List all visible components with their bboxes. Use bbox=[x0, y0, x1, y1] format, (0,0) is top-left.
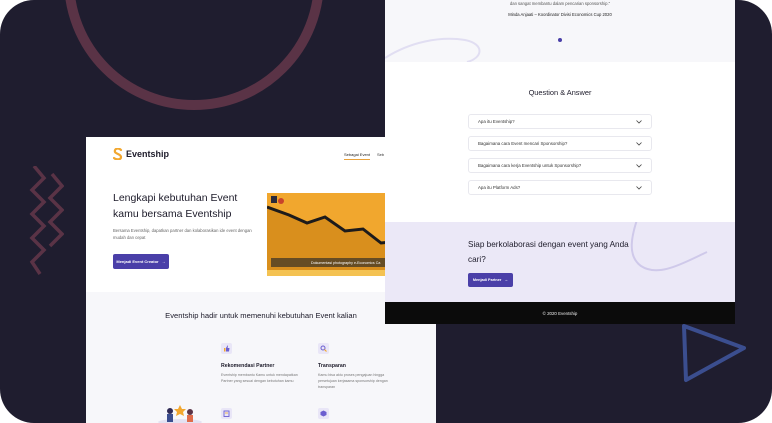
landing-page-screen: Eventship Sebagai Event Seb Lengkapi keb… bbox=[86, 137, 436, 423]
decorative-circle bbox=[64, 0, 324, 110]
brand-logo[interactable]: Eventship bbox=[113, 148, 169, 160]
eventship-logo-icon bbox=[113, 148, 123, 160]
feature-desc-recommendation: Eventship membantu Kamu untuk mendapatka… bbox=[221, 373, 298, 383]
features-title: Eventship hadir untuk memenuhi kebutuhan… bbox=[165, 311, 357, 320]
feature-title-transparent: Transparan bbox=[318, 363, 346, 369]
feature-title-recommendation: Rekomendasi Partner bbox=[221, 363, 275, 369]
become-partner-button[interactable]: Menjadi Partner → bbox=[468, 273, 513, 287]
cube-icon bbox=[318, 408, 329, 419]
footer: © 2020 Eventship bbox=[385, 302, 735, 324]
footer-copyright: © 2020 Eventship bbox=[542, 310, 578, 316]
magnifier-icon bbox=[318, 343, 329, 354]
showcase-frame: Eventship Sebagai Event Seb Lengkapi keb… bbox=[0, 0, 772, 423]
thumbs-up-icon bbox=[221, 343, 232, 354]
hero-title: Lengkapi kebutuhan Event kamu bersama Ev… bbox=[113, 192, 238, 220]
nav-link-sebagai-event[interactable]: Sebagai Event bbox=[344, 152, 371, 160]
carousel-dot[interactable] bbox=[558, 38, 562, 42]
decorative-triangle bbox=[682, 324, 746, 382]
arrow-right-icon: → bbox=[504, 278, 509, 282]
brand-name: Eventship bbox=[126, 149, 170, 159]
features-section: Eventship hadir untuk memenuhi kebutuhan… bbox=[86, 292, 436, 423]
cta-section: Siap berkolaborasi dengan event yang And… bbox=[385, 222, 735, 302]
qa-item[interactable]: Apa itu Platform Ads? bbox=[468, 180, 652, 195]
document-icon bbox=[221, 408, 232, 419]
chevron-down-icon bbox=[636, 163, 642, 168]
feature-desc-transparent: Kamu bisa aktu proses pengajuan hingga p… bbox=[318, 373, 388, 389]
button-label: Menjadi Event Creator bbox=[116, 259, 159, 264]
cta-title: Siap berkolaborasi dengan event yang And… bbox=[468, 240, 629, 264]
qa-item[interactable]: Bagaimana cara Event mencari Sponsorship… bbox=[468, 136, 652, 151]
top-navbar: Eventship Sebagai Event Seb bbox=[86, 137, 436, 173]
decorative-curve bbox=[630, 222, 708, 272]
decorative-curve bbox=[385, 37, 481, 62]
qa-question: Apa itu Eventship? bbox=[478, 119, 515, 124]
detail-page-screen: dan sangat membantu dalam pencarian spon… bbox=[385, 0, 735, 324]
button-label: Menjadi Partner bbox=[472, 278, 502, 282]
qa-question: Bagaimana cara kerja Eventship untuk Spo… bbox=[478, 163, 582, 168]
chevron-down-icon bbox=[636, 185, 642, 190]
chevron-down-icon bbox=[636, 141, 642, 146]
decorative-zigzag bbox=[29, 166, 64, 275]
qa-question: Bagaimana cara Event mencari Sponsorship… bbox=[478, 141, 568, 146]
become-event-creator-button[interactable]: Menjadi Event Creator → bbox=[113, 254, 169, 269]
qa-item[interactable]: Apa itu Eventship? bbox=[468, 114, 652, 129]
caption-text: Dokumentasi photography e-Economics Ca bbox=[311, 260, 381, 265]
arrow-right-icon: → bbox=[161, 259, 166, 264]
testimonial-quote: dan sangat membantu dalam pencarian spon… bbox=[509, 1, 611, 6]
hero-description: Bersama Eventship, dapatkan partner dan … bbox=[113, 228, 252, 240]
testimonial-author: Minda Anjaati – Koordinator Divisi Econo… bbox=[508, 12, 612, 17]
qa-question: Apa itu Platform Ads? bbox=[478, 185, 521, 190]
people-illustration bbox=[158, 405, 202, 423]
testimonial-section: dan sangat membantu dalam pencarian spon… bbox=[385, 0, 735, 62]
chevron-down-icon bbox=[636, 119, 642, 124]
qa-title: Question & Answer bbox=[528, 88, 592, 97]
nav-link-sebagai-partner[interactable]: Seb bbox=[377, 152, 384, 157]
qa-item[interactable]: Bagaimana cara kerja Eventship untuk Spo… bbox=[468, 158, 652, 173]
